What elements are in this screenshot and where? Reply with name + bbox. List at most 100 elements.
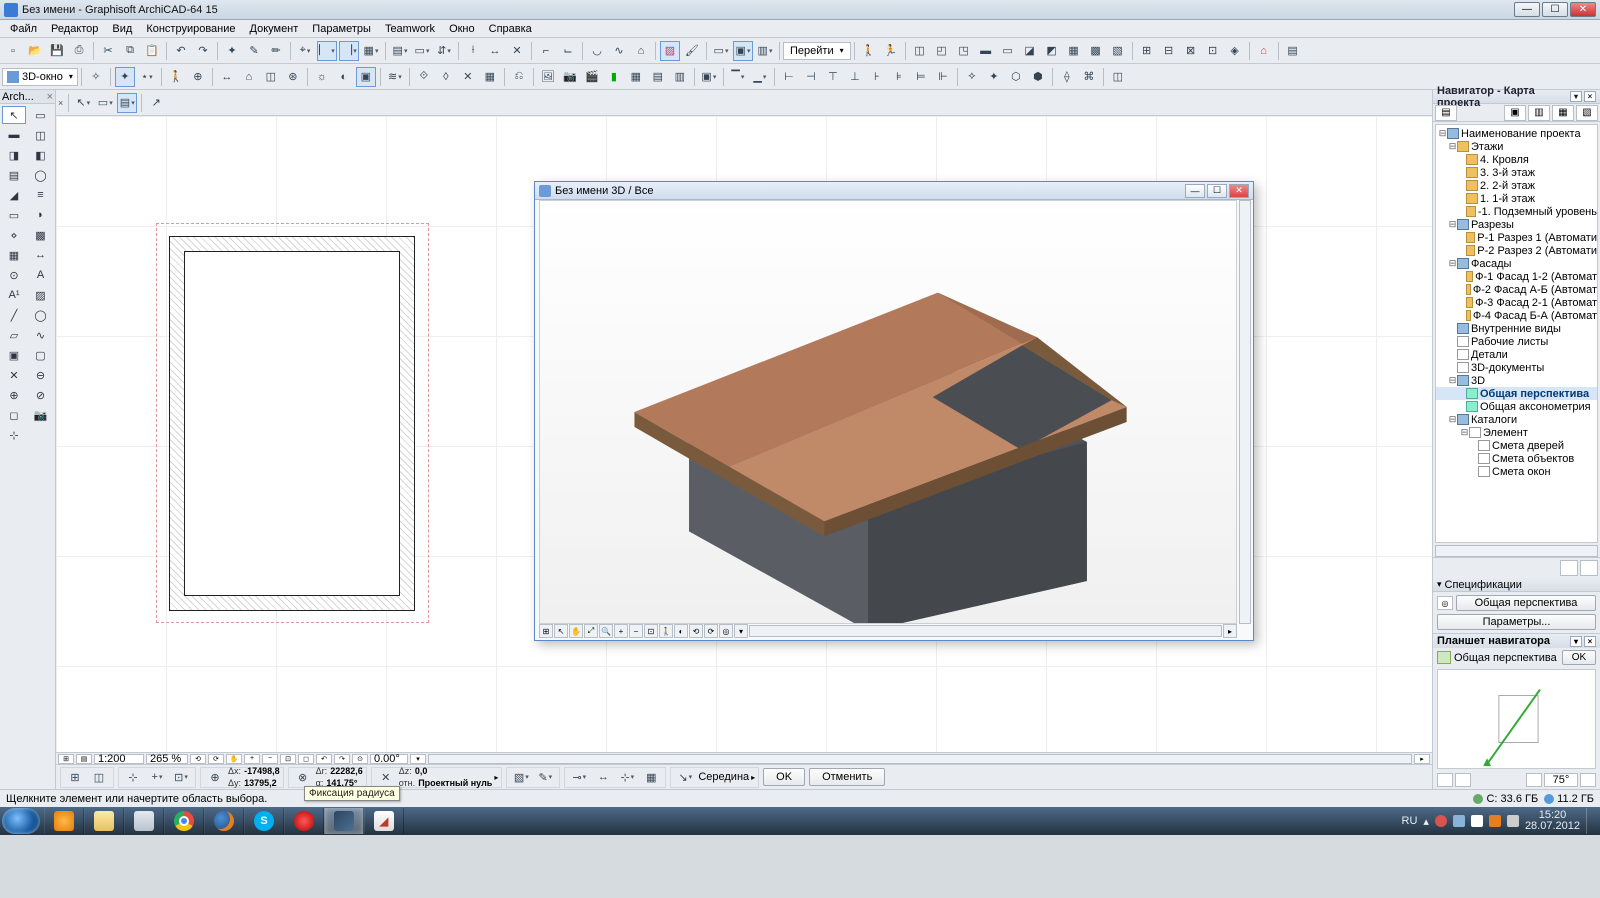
vb8[interactable]: ⊡ xyxy=(644,624,658,638)
align-l[interactable]: ⊢ xyxy=(779,67,799,87)
layer-button[interactable]: ▤ xyxy=(390,41,410,61)
undo-button[interactable]: ↶ xyxy=(171,41,191,61)
snap-button[interactable]: ⌖ xyxy=(295,41,315,61)
tool-worksheet[interactable]: ◻ xyxy=(2,406,26,424)
copy-button[interactable]: ⧉ xyxy=(120,41,140,61)
m6[interactable]: ↔ xyxy=(217,67,237,87)
cb-a[interactable]: ⊞ xyxy=(65,767,85,787)
vb1[interactable]: ⊞ xyxy=(539,624,553,638)
align-b[interactable]: ⊧ xyxy=(889,67,909,87)
align-m[interactable]: ⊦ xyxy=(867,67,887,87)
m2[interactable]: ✦ xyxy=(115,67,135,87)
tool-camera[interactable]: 📷 xyxy=(29,406,53,424)
menu-view[interactable]: Вид xyxy=(106,22,138,36)
tb6-button[interactable]: ◪ xyxy=(1020,41,1040,61)
pl-b1[interactable] xyxy=(1437,773,1453,787)
nav-close-icon[interactable]: × xyxy=(1584,91,1596,102)
tray-icon-4[interactable] xyxy=(1489,815,1501,827)
pick-button[interactable]: ✦ xyxy=(222,41,242,61)
object-button[interactable]: ⌂ xyxy=(631,41,651,61)
tray-icon-1[interactable] xyxy=(1435,815,1447,827)
tb7-button[interactable]: ◩ xyxy=(1042,41,1062,61)
m26[interactable]: ▣ xyxy=(699,67,719,87)
tb12-button[interactable]: ⊟ xyxy=(1159,41,1179,61)
spec-header[interactable]: Спецификации xyxy=(1433,578,1600,592)
tool-fill[interactable]: ▨ xyxy=(29,286,53,304)
taskbar-chrome[interactable] xyxy=(164,808,204,834)
spec-view-button[interactable]: Общая перспектива xyxy=(1456,595,1596,611)
cb-h[interactable]: ✕ xyxy=(376,767,396,787)
cb-g[interactable]: ⊗ xyxy=(293,767,313,787)
m23[interactable]: ▦ xyxy=(626,67,646,87)
nav-tab-map[interactable]: ▤ xyxy=(1435,105,1457,121)
story-button[interactable]: ▭ xyxy=(412,41,432,61)
measure-button[interactable]: ↔ xyxy=(485,41,505,61)
menu-file[interactable]: Файл xyxy=(4,22,43,36)
bb9[interactable]: ◻ xyxy=(298,754,314,764)
m31[interactable]: ⬡ xyxy=(1006,67,1026,87)
tb9-button[interactable]: ▩ xyxy=(1086,41,1106,61)
scale-field[interactable]: 1:200 xyxy=(94,754,144,764)
m3[interactable]: ⋆ xyxy=(137,67,157,87)
m30[interactable]: ✦ xyxy=(984,67,1004,87)
close-button[interactable]: ✕ xyxy=(1570,2,1596,17)
tb3-button[interactable]: ◳ xyxy=(954,41,974,61)
tb14-button[interactable]: ⊡ xyxy=(1203,41,1223,61)
tool-grid[interactable]: ⊹ xyxy=(2,426,26,444)
pl-pin[interactable]: ▾ xyxy=(1570,636,1582,647)
tool-lamp[interactable]: ◯ xyxy=(29,166,53,184)
tool-spline[interactable]: ∿ xyxy=(29,326,53,344)
guides-h-button[interactable]: ⎹ xyxy=(339,41,359,61)
mark-button[interactable]: ✕ xyxy=(507,41,527,61)
bb1[interactable]: ⊞ xyxy=(58,754,74,764)
taskbar-media[interactable] xyxy=(44,808,84,834)
menu-design[interactable]: Конструирование xyxy=(140,22,241,36)
tool-line[interactable]: ╱ xyxy=(2,306,26,324)
tool-door[interactable]: ◨ xyxy=(2,146,26,164)
pl-angle[interactable]: 75° xyxy=(1544,773,1578,787)
m25[interactable]: ▥ xyxy=(670,67,690,87)
cut-button[interactable]: ✂ xyxy=(98,41,118,61)
m33[interactable]: ⟠ xyxy=(1057,67,1077,87)
cb-n[interactable]: ▦ xyxy=(641,767,661,787)
vb7[interactable]: − xyxy=(629,624,643,638)
tool-slab[interactable]: ▤ xyxy=(2,166,26,184)
2d-canvas[interactable]: Без имени 3D / Все — ☐ ✕ xyxy=(56,116,1432,752)
menu-teamwork[interactable]: Teamwork xyxy=(379,22,441,36)
menu-window[interactable]: Окно xyxy=(443,22,481,36)
vb11[interactable]: ⟲ xyxy=(689,624,703,638)
vb15[interactable]: ▸ xyxy=(1223,624,1237,638)
pen-button[interactable]: ✏ xyxy=(266,41,286,61)
vb2[interactable]: ↖ xyxy=(554,624,568,638)
fill-button[interactable]: ▨ xyxy=(660,41,680,61)
ruler-button[interactable]: ⟊ xyxy=(463,41,483,61)
m13[interactable]: ≋ xyxy=(385,67,405,87)
m18[interactable]: ⎌ xyxy=(509,67,529,87)
align-c[interactable]: ⊣ xyxy=(801,67,821,87)
tool-circle[interactable]: ◯ xyxy=(29,306,53,324)
trim-button[interactable]: ⌐ xyxy=(536,41,556,61)
m32[interactable]: ⬢ xyxy=(1028,67,1048,87)
vb9[interactable]: 🚶 xyxy=(659,624,673,638)
tool-curtain[interactable]: ▦ xyxy=(2,246,26,264)
m27[interactable]: ▔ xyxy=(728,67,748,87)
dist-v[interactable]: ⊩ xyxy=(933,67,953,87)
tool-roof[interactable]: ◢ xyxy=(2,186,26,204)
new-button[interactable]: ▫ xyxy=(3,41,23,61)
tree-hscroll[interactable] xyxy=(1435,545,1598,557)
tool-label[interactable]: A¹ xyxy=(2,286,26,304)
3d-hscroll[interactable] xyxy=(749,625,1222,637)
coord-ok-button[interactable]: OK xyxy=(763,768,805,786)
cb-f[interactable]: ⊕ xyxy=(205,767,225,787)
vb13[interactable]: ◎ xyxy=(719,624,733,638)
bb10[interactable]: ↶ xyxy=(316,754,332,764)
grid-button[interactable]: ▦ xyxy=(361,41,381,61)
tool-mesh[interactable]: ⋄ xyxy=(2,226,26,244)
3d-viewport[interactable] xyxy=(539,200,1237,624)
vb10[interactable]: ◐ xyxy=(674,624,688,638)
vb12[interactable]: ⟳ xyxy=(704,624,718,638)
m10[interactable]: ☼ xyxy=(312,67,332,87)
vb4[interactable]: ⤢ xyxy=(584,624,598,638)
menu-edit[interactable]: Редактор xyxy=(45,22,104,36)
bb4[interactable]: ⟳ xyxy=(208,754,224,764)
